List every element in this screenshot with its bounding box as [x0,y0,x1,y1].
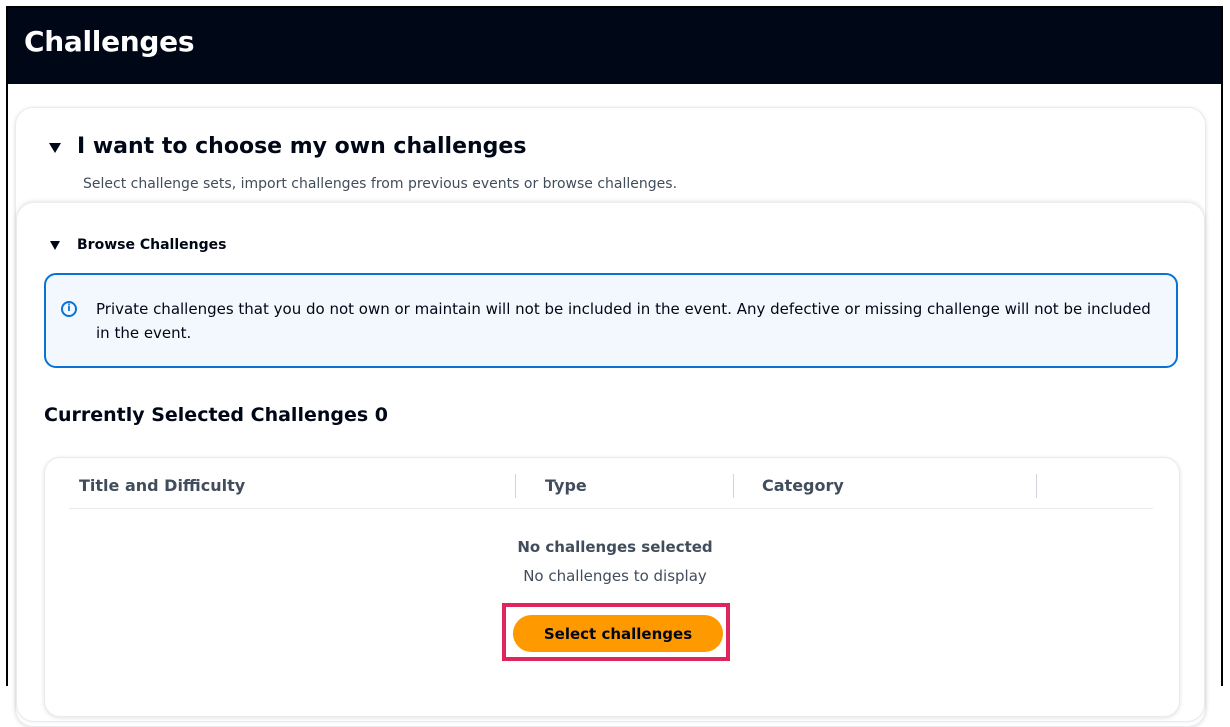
column-header-type[interactable]: Type [545,475,587,497]
browse-challenges-title: Browse Challenges [77,237,227,253]
table-header-divider [69,508,1153,509]
selected-challenges-heading: Currently Selected Challenges 0 [44,404,388,426]
column-header-title-difficulty[interactable]: Title and Difficulty [79,475,245,497]
choose-own-challenges-title: I want to choose my own challenges [77,134,527,159]
info-alert-text: Private challenges that you do not own o… [96,300,1151,342]
top-bar: Challenges [8,8,1221,84]
info-alert: i Private challenges that you do not own… [44,273,1178,368]
empty-state-description: No challenges to display [523,567,707,585]
column-divider[interactable] [515,474,516,498]
caret-down-icon [50,240,60,250]
choose-own-challenges-toggle[interactable]: I want to choose my own challenges [33,133,526,161]
column-divider[interactable] [733,474,734,498]
caret-down-icon [49,143,61,153]
column-header-category[interactable]: Category [762,475,844,497]
browse-challenges-toggle[interactable]: Browse Challenges [50,235,226,255]
info-icon: i [61,301,77,317]
empty-state-title: No challenges selected [517,538,713,556]
column-divider[interactable] [1036,474,1037,498]
choose-own-challenges-description: Select challenge sets, import challenges… [83,176,678,192]
select-challenges-button[interactable]: Select challenges [513,615,723,652]
page-title: Challenges [24,25,195,58]
